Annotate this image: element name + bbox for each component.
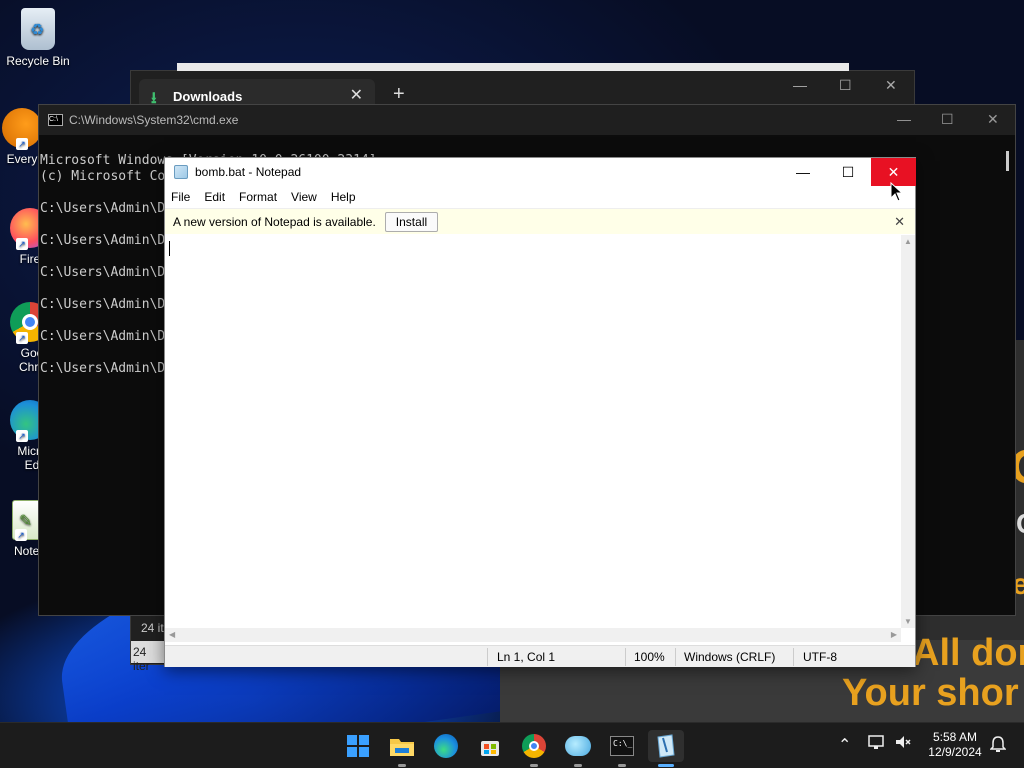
minimize-button[interactable]: — (780, 158, 826, 186)
tab-close-icon[interactable]: ✕ (350, 85, 363, 105)
notepad-window[interactable]: bomb.bat - Notepad — ☐ ✕ File Edit Forma… (164, 157, 916, 667)
cmd-title: C:\Windows\System32\cmd.exe (69, 113, 239, 127)
maximize-button[interactable]: ☐ (825, 158, 871, 186)
menu-format[interactable]: Format (239, 190, 277, 204)
running-indicator (398, 764, 406, 767)
show-hidden-icons-chevron-icon[interactable]: ⌃ (838, 735, 851, 755)
status-separator (487, 648, 488, 666)
terminal-icon: C:\_ (610, 736, 634, 756)
shortcut-arrow-icon: ↗ (15, 529, 27, 541)
promo-partial-c: C (1016, 508, 1024, 540)
explorer-maximize-button[interactable]: ☐ (839, 77, 852, 94)
cmd-minimize-button[interactable]: — (897, 111, 911, 127)
update-banner-text: A new version of Notepad is available. (173, 214, 376, 229)
new-tab-button[interactable]: + (393, 83, 405, 106)
menu-edit[interactable]: Edit (204, 190, 225, 204)
promo-line-2: Your shor (842, 672, 1019, 714)
install-button[interactable]: Install (384, 211, 439, 232)
status-position: Ln 1, Col 1 (497, 650, 556, 664)
menu-help[interactable]: Help (331, 190, 356, 204)
notepad-icon (657, 734, 675, 758)
text-editor-area[interactable] (165, 235, 901, 628)
shortcut-arrow-icon: ↗ (16, 430, 28, 442)
menu-view[interactable]: View (291, 190, 317, 204)
scroll-right-icon[interactable]: ▶ (891, 630, 897, 639)
scroll-down-icon[interactable]: ▼ (904, 617, 912, 626)
recycle-bin-icon: ♻ (21, 8, 55, 50)
taskbar-edge[interactable] (428, 730, 464, 762)
explorer-close-button[interactable]: ✕ (885, 77, 897, 94)
store-bag-icon (481, 741, 499, 756)
taskbar-store[interactable] (472, 730, 508, 762)
system-clock[interactable]: 5:58 AM 12/9/2024 (920, 730, 990, 760)
start-button[interactable] (340, 730, 376, 762)
running-indicator (618, 764, 626, 767)
taskbar: C:\_ ⌃ 5:58 AM 12/9/2024 (0, 722, 1024, 768)
explorer-top-strip (177, 63, 849, 71)
banner-close-icon[interactable]: ✕ (894, 214, 905, 230)
menu-file[interactable]: File (171, 190, 190, 204)
clock-date: 12/9/2024 (928, 745, 982, 759)
taskbar-terminal[interactable]: C:\_ (604, 730, 640, 767)
notification-bell-icon[interactable] (989, 735, 1007, 758)
windows-start-icon (347, 735, 369, 757)
volume-muted-icon[interactable] (894, 734, 912, 755)
taskbar-file-explorer[interactable] (384, 730, 420, 767)
network-icon[interactable] (868, 734, 886, 755)
shortcut-arrow-icon: ↗ (16, 138, 28, 150)
taskbar-notepad[interactable] (648, 730, 684, 767)
vertical-scrollbar[interactable]: ▲ ▼ (901, 235, 915, 628)
notepad-titlebar[interactable]: bomb.bat - Notepad — ☐ ✕ (165, 158, 916, 186)
running-indicator (530, 764, 538, 767)
explorer-item-count-bar: 24 iter (131, 641, 167, 673)
text-caret (169, 241, 170, 256)
status-separator (793, 648, 794, 666)
taskbar-chrome[interactable] (516, 730, 552, 767)
status-separator (625, 648, 626, 666)
menu-bar: File Edit Format View Help (165, 186, 915, 208)
scroll-up-icon[interactable]: ▲ (904, 237, 912, 246)
running-indicator (574, 764, 582, 767)
chrome-icon (522, 734, 546, 758)
cmd-scrollbar-thumb[interactable] (1006, 151, 1009, 171)
status-line-ending: Windows (CRLF) (684, 650, 776, 664)
shortcut-arrow-icon: ↗ (16, 332, 28, 344)
status-zoom: 100% (634, 650, 665, 664)
desktop-icon-recycle-bin[interactable]: ♻ Recycle Bin (0, 8, 76, 68)
notepad-title: bomb.bat - Notepad (195, 165, 302, 179)
status-bar: Ln 1, Col 1 100% Windows (CRLF) UTF-8 (165, 645, 915, 667)
shortcut-arrow-icon: ↗ (16, 238, 28, 250)
horizontal-scrollbar[interactable]: ◀ ▶ (165, 628, 901, 642)
desktop-icon-label: Recycle Bin (6, 54, 70, 68)
status-separator (675, 648, 676, 666)
cmd-icon: C:\ (48, 114, 63, 126)
clock-time: 5:58 AM (932, 730, 978, 744)
explorer-minimize-button[interactable]: — (793, 77, 807, 93)
status-encoding: UTF-8 (803, 650, 837, 664)
app-icon (565, 736, 591, 756)
promo-line-1: All dor (912, 632, 1024, 674)
mouse-cursor-icon (890, 182, 904, 202)
taskbar-app[interactable] (560, 730, 596, 767)
everything-icon: ↗ (2, 108, 42, 150)
folder-icon (390, 739, 414, 756)
explorer-item-count: 24 it (141, 621, 164, 635)
running-indicator (658, 764, 674, 767)
cmd-maximize-button[interactable]: ☐ (941, 111, 954, 128)
update-banner: A new version of Notepad is available. I… (165, 208, 915, 234)
cmd-titlebar[interactable]: C:\ C:\Windows\System32\cmd.exe — ☐ ✕ (39, 105, 1015, 135)
scroll-left-icon[interactable]: ◀ (169, 630, 175, 639)
cmd-close-button[interactable]: ✕ (987, 111, 999, 128)
notepad-icon (174, 165, 188, 179)
edge-icon (434, 734, 458, 758)
tab-downloads-label: Downloads (173, 88, 243, 104)
